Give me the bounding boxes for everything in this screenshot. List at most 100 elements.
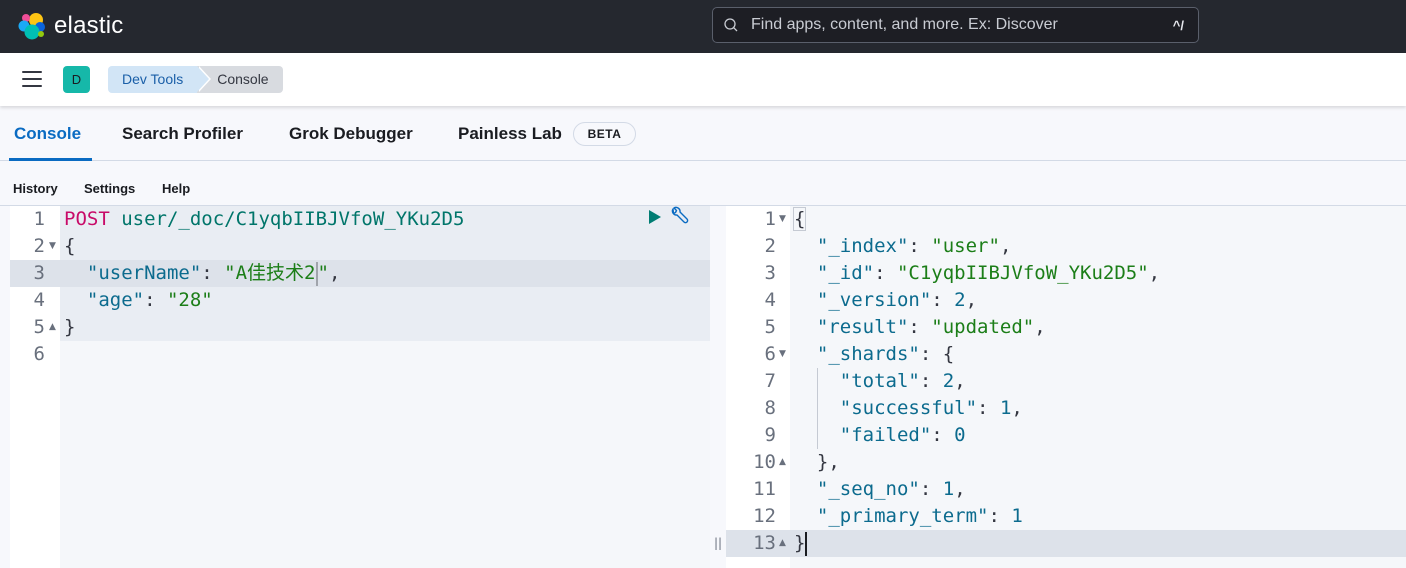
json-key: "userName" bbox=[86, 262, 202, 284]
json-key: "_id" bbox=[816, 262, 875, 284]
menu-toggle-icon[interactable] bbox=[22, 71, 42, 87]
json-colon: : bbox=[908, 316, 932, 338]
response-line: "total": 2, bbox=[794, 368, 966, 395]
json-string-value: "28" bbox=[166, 289, 213, 311]
top-header: elastic Find apps, content, and more. Ex… bbox=[0, 0, 1406, 53]
pane-divider[interactable] bbox=[710, 206, 726, 568]
json-colon: : bbox=[931, 289, 955, 311]
settings-link[interactable]: Settings bbox=[84, 181, 135, 196]
response-editor: 1 ▼{2 "_index": "user", 3 "_id": "C1yqbIIB… bbox=[726, 206, 1406, 568]
brand-name: elastic bbox=[54, 12, 124, 39]
json-key: "total" bbox=[839, 370, 920, 392]
line-number: 6 bbox=[764, 343, 776, 365]
json-comma: , bbox=[1148, 262, 1161, 284]
tab-painless-lab[interactable]: Painless Lab bbox=[458, 124, 562, 144]
fold-toggle-icon[interactable]: ▼ bbox=[779, 341, 786, 368]
json-colon: : bbox=[919, 370, 943, 392]
run-request-icon[interactable] bbox=[648, 209, 662, 225]
json-value: "updated" bbox=[931, 316, 1035, 338]
response-line: "_index": "user", bbox=[794, 233, 1012, 260]
request-line: POST user/_doc/C1yqbIIBJVfoW_YKu2D5 bbox=[64, 206, 464, 233]
request-path: user/_doc/C1yqbIIBJVfoW_YKu2D5 bbox=[121, 208, 465, 230]
response-line: "successful": 1, bbox=[794, 395, 1023, 422]
fold-toggle-icon[interactable]: ▲ bbox=[49, 314, 56, 341]
line-number: 10 bbox=[753, 451, 776, 473]
json-key: "successful" bbox=[839, 397, 978, 419]
json-value: 0 bbox=[954, 424, 966, 446]
line-number: 5 bbox=[33, 316, 45, 338]
json-value: 1 bbox=[1011, 505, 1023, 527]
json-comma: , bbox=[328, 262, 341, 284]
active-tab-indicator bbox=[9, 158, 92, 161]
line-number: 4 bbox=[764, 289, 776, 311]
global-search[interactable]: Find apps, content, and more. Ex: Discov… bbox=[712, 7, 1199, 43]
json-key: "result" bbox=[816, 316, 909, 338]
response-line: "failed": 0 bbox=[794, 422, 966, 449]
json-quote: " bbox=[317, 262, 329, 284]
search-input[interactable]: Find apps, content, and more. Ex: Discov… bbox=[751, 16, 1173, 34]
line-number: 3 bbox=[33, 262, 45, 284]
dev-tools-tabs: Console Search Profiler Grok Debugger Pa… bbox=[0, 106, 1406, 161]
line-number: 7 bbox=[764, 370, 776, 392]
json-colon: : bbox=[201, 262, 225, 284]
response-line: "result": "updated", bbox=[794, 314, 1046, 341]
json-value: { bbox=[942, 343, 955, 365]
tab-console[interactable]: Console bbox=[14, 124, 81, 144]
line-number: 5 bbox=[764, 316, 776, 338]
json-colon: : bbox=[874, 262, 897, 284]
tab-search-profiler[interactable]: Search Profiler bbox=[122, 124, 243, 144]
line-number: 4 bbox=[33, 289, 45, 311]
json-key: "failed" bbox=[839, 424, 932, 446]
json-key: "age" bbox=[86, 289, 145, 311]
beta-badge: BETA bbox=[573, 122, 636, 146]
line-number: 2 bbox=[33, 235, 45, 257]
wrench-icon[interactable] bbox=[669, 206, 689, 226]
request-editor[interactable]: 1 2 ▼ 3 4 5 ▲ 6 POST user/_doc/C1yqbIIBJ… bbox=[10, 206, 710, 568]
json-key: "_index" bbox=[816, 235, 909, 257]
response-line: } bbox=[794, 530, 808, 557]
fold-toggle-icon[interactable]: ▲ bbox=[779, 449, 786, 476]
response-line: }, bbox=[794, 449, 840, 476]
active-line-highlight bbox=[726, 530, 1406, 557]
response-line: "_id": "C1yqbIIBJVfoW_YKu2D5", bbox=[794, 260, 1160, 287]
fold-toggle-icon[interactable]: ▼ bbox=[779, 206, 786, 233]
resize-handle-icon[interactable]: || bbox=[714, 536, 722, 550]
line-number: 8 bbox=[764, 397, 776, 419]
line-number: 12 bbox=[753, 505, 776, 527]
json-colon: : bbox=[988, 505, 1012, 527]
json-key: "_seq_no" bbox=[816, 478, 920, 500]
breadcrumb-dev-tools[interactable]: Dev Tools bbox=[108, 66, 212, 93]
line-number: 11 bbox=[753, 478, 776, 500]
json-comma: , bbox=[1011, 397, 1023, 419]
fold-toggle-icon[interactable]: ▼ bbox=[49, 233, 56, 260]
json-key: "_shards" bbox=[816, 343, 920, 365]
json-string-value: "A佳技术2 bbox=[224, 262, 316, 284]
json-brace: { bbox=[792, 207, 807, 231]
tab-grok-debugger[interactable]: Grok Debugger bbox=[289, 124, 413, 144]
response-line: "_seq_no": 1, bbox=[794, 476, 966, 503]
json-comma: , bbox=[1034, 316, 1046, 338]
fold-toggle-icon[interactable]: ▲ bbox=[779, 530, 786, 557]
line-number: 3 bbox=[764, 262, 776, 284]
elastic-logo-icon bbox=[18, 13, 45, 40]
elastic-logo[interactable]: elastic bbox=[17, 11, 123, 41]
line-number: 13 bbox=[753, 532, 776, 554]
json-value: 2 bbox=[954, 289, 966, 311]
line-number: 6 bbox=[33, 343, 45, 365]
json-value: 1 bbox=[942, 478, 955, 500]
json-comma: , bbox=[954, 478, 966, 500]
search-shortcut-hint: ^/ bbox=[1172, 17, 1184, 33]
space-avatar[interactable]: D bbox=[63, 66, 90, 93]
json-comma: , bbox=[965, 289, 978, 311]
request-line: { bbox=[64, 235, 76, 257]
response-line: "_version": 2, bbox=[794, 287, 977, 314]
json-colon: : bbox=[931, 424, 955, 446]
json-brace: }, bbox=[816, 451, 840, 473]
json-colon: : bbox=[977, 397, 1000, 419]
json-value: 1 bbox=[999, 397, 1012, 419]
history-link[interactable]: History bbox=[13, 181, 58, 196]
help-link[interactable]: Help bbox=[162, 181, 190, 196]
json-colon: : bbox=[919, 478, 943, 500]
response-line: "_shards": { bbox=[794, 341, 954, 368]
response-line: "_primary_term": 1 bbox=[794, 503, 1023, 530]
